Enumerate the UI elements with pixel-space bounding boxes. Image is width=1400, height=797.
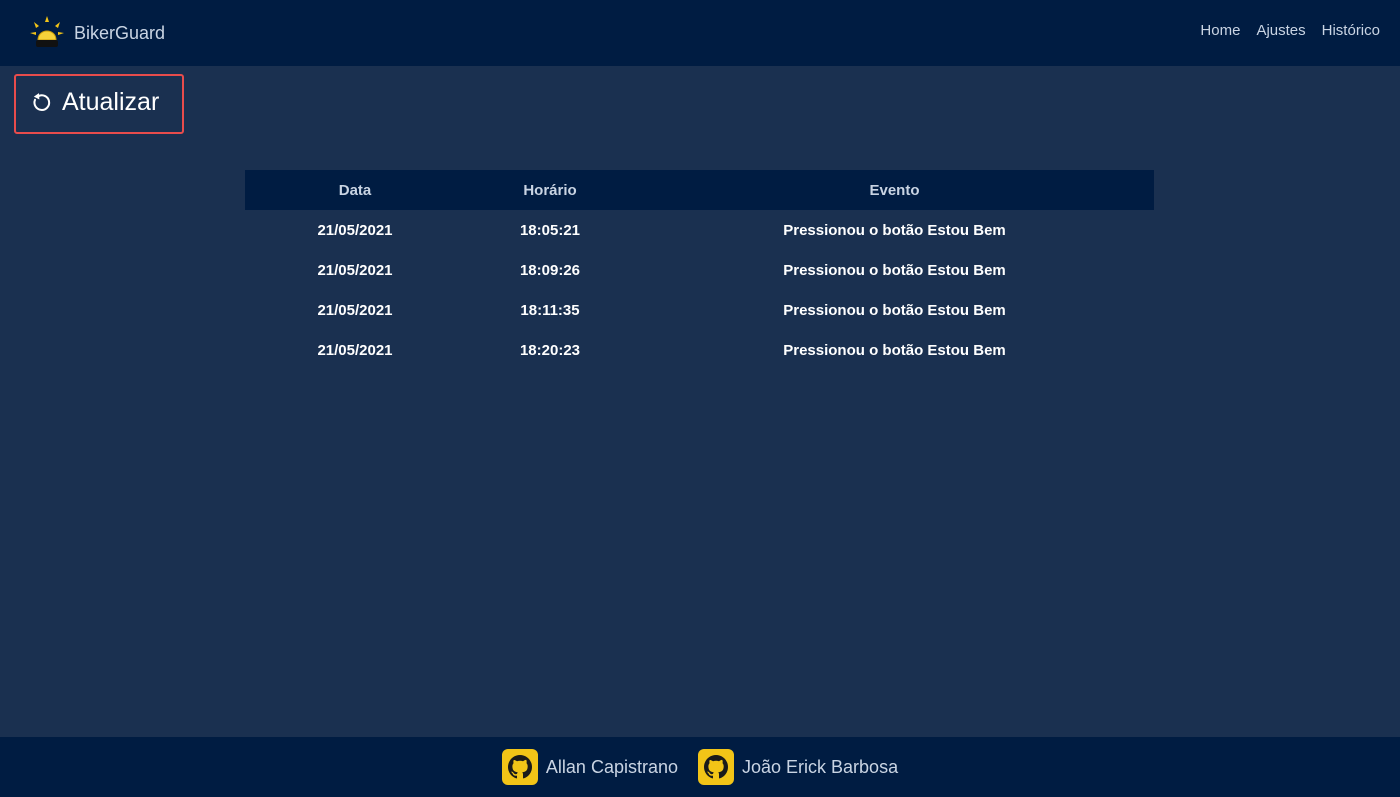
github-icon: [501, 749, 538, 785]
cell-event: Pressionou o botão Estou Bem: [783, 341, 1006, 359]
table-row: 21/05/2021 18:05:21 Pressionou o botão E…: [245, 210, 1154, 250]
cell-time: 18:05:21: [519, 221, 581, 239]
brand-name: BikerGuard: [74, 22, 166, 43]
nav-link-home[interactable]: Home: [1200, 22, 1240, 39]
github-icon: [698, 749, 734, 785]
author-link-allan[interactable]: Allan Capistrano: [501, 749, 678, 785]
cell-time: 18:20:23: [519, 341, 581, 359]
cell-event: Pressionou o botão Estou Bem: [783, 221, 1006, 239]
cell-date: 21/05/2021: [317, 261, 393, 279]
nav-links: Home Ajustes Histórico: [1200, 22, 1380, 39]
author-name: Allan Capistrano: [545, 756, 678, 777]
cell-time: 18:11:35: [520, 301, 580, 319]
table-row: 21/05/2021 18:11:35 Pressionou o botão E…: [245, 290, 1154, 330]
cell-time: 18:09:26: [519, 261, 581, 279]
table-row: 21/05/2021 18:09:26 Pressionou o botão E…: [245, 250, 1154, 290]
nav-link-ajustes[interactable]: Ajustes: [1256, 22, 1305, 39]
refresh-button[interactable]: Atualizar: [30, 88, 159, 117]
table-row: 21/05/2021 18:20:23 Pressionou o botão E…: [245, 330, 1154, 370]
refresh-label: Atualizar: [62, 88, 160, 116]
refresh-icon: [33, 92, 51, 111]
top-navbar: BikerGuard Home Ajustes Histórico: [0, 0, 1400, 66]
cell-date: 21/05/2021: [317, 341, 393, 359]
cell-date: 21/05/2021: [317, 221, 393, 239]
column-header-evento: Evento: [869, 181, 920, 199]
cell-event: Pressionou o botão Estou Bem: [783, 261, 1006, 279]
nav-link-historico[interactable]: Histórico: [1322, 22, 1380, 39]
footer: Allan Capistrano João Erick Barbosa: [0, 737, 1400, 797]
table-header-row: Data Horário Evento: [245, 170, 1154, 210]
author-name: João Erick Barbosa: [742, 756, 899, 777]
cell-event: Pressionou o botão Estou Bem: [783, 301, 1006, 319]
column-header-horario: Horário: [523, 181, 577, 199]
column-header-data: Data: [338, 181, 372, 199]
author-link-joao[interactable]: João Erick Barbosa: [698, 749, 898, 785]
history-table: Data Horário Evento 21/05/2021 18:05:21 …: [245, 170, 1154, 370]
cell-date: 21/05/2021: [317, 301, 393, 319]
brand-link[interactable]: BikerGuard: [28, 13, 165, 53]
refresh-highlight-box: Atualizar: [14, 74, 184, 134]
siren-light-icon: [30, 16, 64, 47]
